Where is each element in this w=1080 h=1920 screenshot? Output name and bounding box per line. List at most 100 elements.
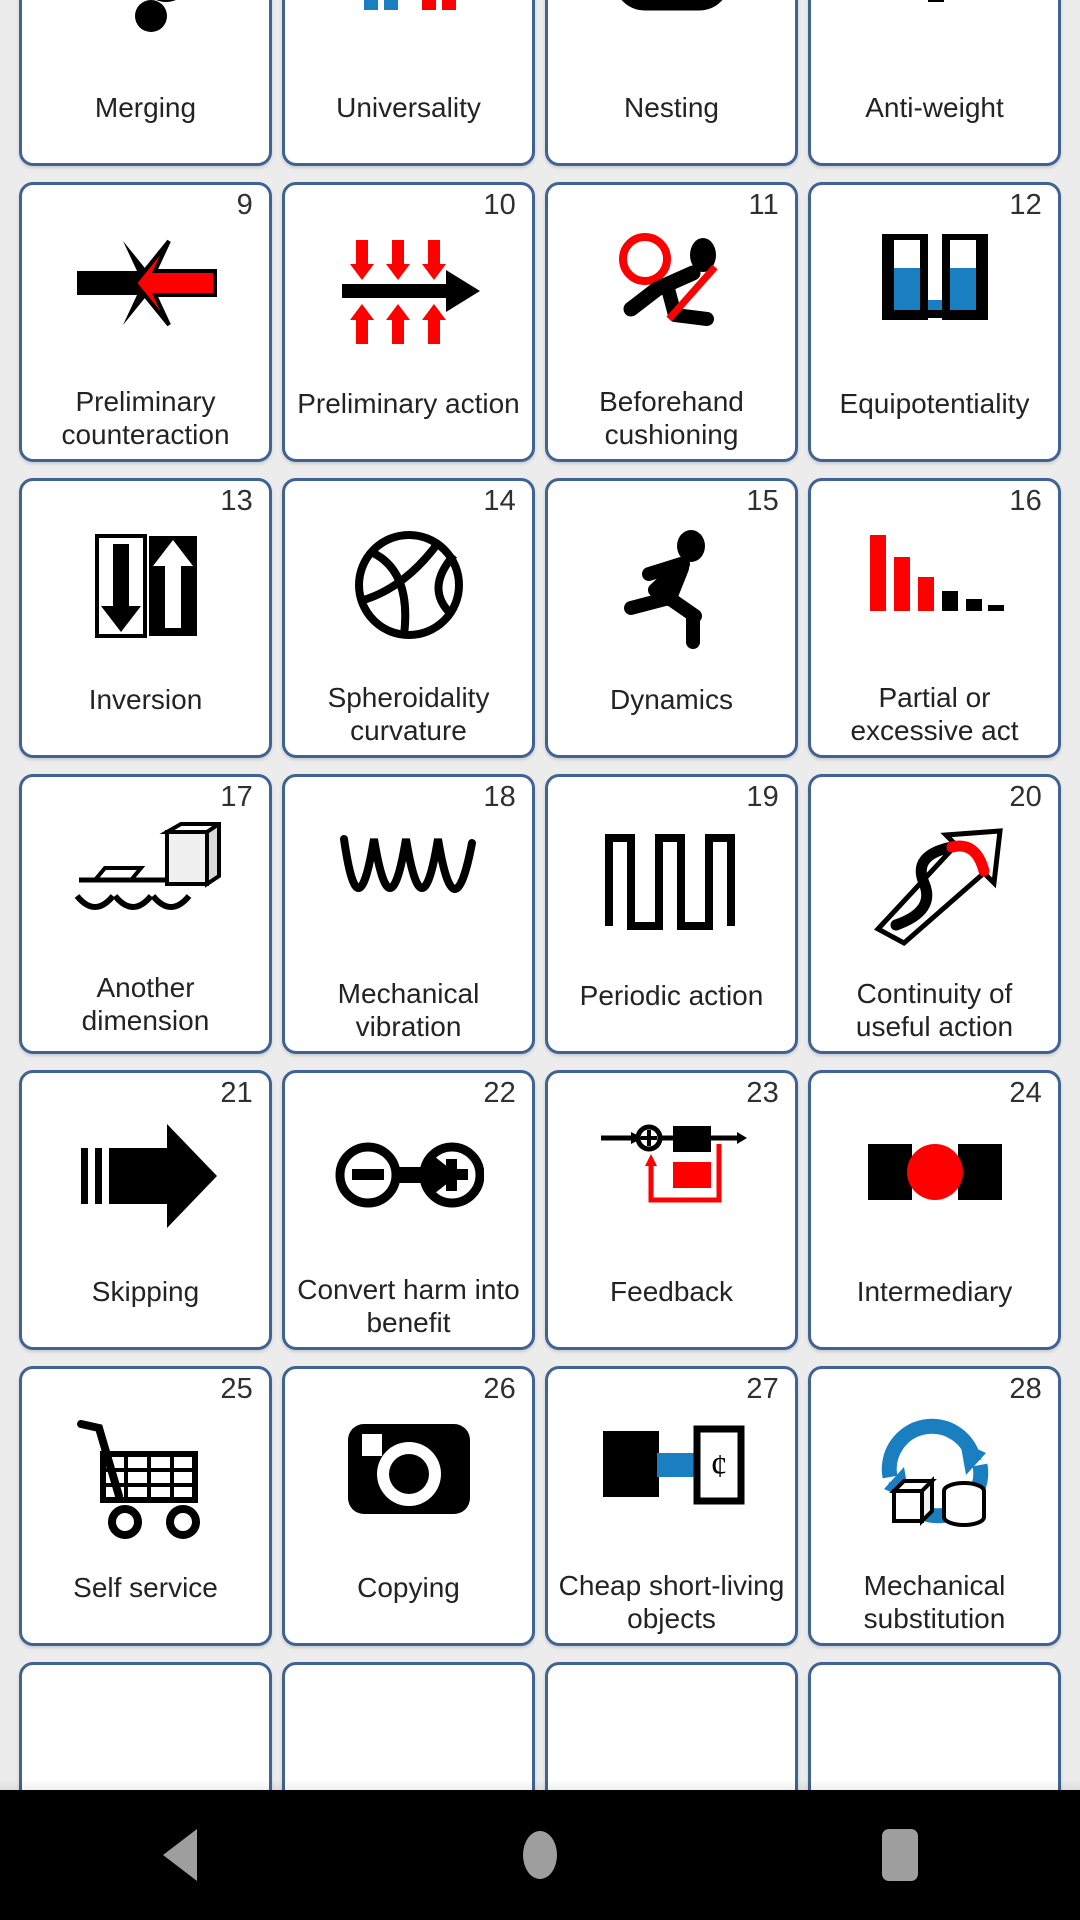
principle-label: Merging <box>94 92 197 123</box>
principle-card[interactable]: Anti-weight <box>808 0 1061 166</box>
principle-card[interactable]: 11 Beforehand cushioning <box>545 182 798 462</box>
principle-card[interactable]: 15 Dynamics <box>545 478 798 758</box>
principle-card[interactable]: 9 Preliminary counteraction <box>19 182 272 462</box>
principle-card[interactable]: 17 Another dimension <box>19 774 272 1054</box>
principle-cell: Nesting <box>540 0 803 174</box>
app-root: 5 Merging Universality Nesting Anti-weight 9 P… <box>0 0 1080 1920</box>
principle-label: Mechanical vibration <box>337 977 480 1042</box>
principle-card[interactable]: 10 Preliminary action <box>282 182 535 462</box>
principle-label: Spheroidality curvature <box>327 681 490 746</box>
principle-number: 10 <box>483 189 516 221</box>
principle-label: Another dimension <box>81 971 210 1036</box>
nav-back-button[interactable] <box>100 1790 260 1920</box>
principle-card[interactable]: 16 Partial or excessive act <box>808 478 1061 758</box>
principle-label: Preliminary counteraction <box>61 385 230 450</box>
principle-cell: Anti-weight <box>803 0 1066 174</box>
principle-label: Copying <box>357 1572 460 1603</box>
principle-label: Dynamics <box>610 684 733 715</box>
principle-number: 12 <box>1009 189 1042 221</box>
principle-cell: 14 Spheroidality curvature <box>277 470 540 766</box>
opposing-arrows-icon <box>22 185 269 385</box>
principle-number: 23 <box>746 1077 779 1109</box>
principle-cell: 19 Periodic action <box>540 766 803 1062</box>
principle-number: 9 <box>236 189 253 221</box>
principle-card[interactable]: 12 Equipotentiality <box>808 182 1061 462</box>
principle-label: Preliminary action <box>297 388 520 419</box>
principle-cell: 12 Equipotentiality <box>803 174 1066 470</box>
principle-card[interactable]: 24 Intermediary <box>808 1070 1061 1350</box>
nesting-icon <box>548 0 795 91</box>
principle-cell: 25 Self service <box>14 1358 277 1654</box>
android-navigation-bar[interactable] <box>0 1790 1080 1920</box>
principle-number: 18 <box>483 781 516 813</box>
principle-label: Partial or excessive act <box>850 681 1019 746</box>
principle-number: 16 <box>1009 485 1042 517</box>
principle-number: 22 <box>483 1077 516 1109</box>
principle-number: 25 <box>220 1373 253 1405</box>
principle-number: 21 <box>220 1077 253 1109</box>
principle-number: 27 <box>746 1373 779 1405</box>
principle-cell: 23 Feedback <box>540 1062 803 1358</box>
principle-cell: 5 Merging <box>14 0 277 174</box>
universality-icon <box>285 0 532 91</box>
principle-number: 13 <box>220 485 253 517</box>
principle-card[interactable]: 22 Convert harm into benefit <box>282 1070 535 1350</box>
principle-card[interactable]: 5 Merging <box>19 0 272 166</box>
principles-grid[interactable]: 5 Merging Universality Nesting Anti-weight 9 P… <box>0 0 1080 1920</box>
principle-number: 11 <box>748 189 779 221</box>
principle-number: 26 <box>483 1373 516 1405</box>
principle-label: Periodic action <box>579 980 764 1011</box>
principle-card[interactable]: 23 Feedback <box>545 1070 798 1350</box>
principle-number: 15 <box>746 485 779 517</box>
principle-number: 17 <box>220 781 253 813</box>
principle-card[interactable]: 14 Spheroidality curvature <box>282 478 535 758</box>
principle-card[interactable]: Nesting <box>545 0 798 166</box>
principle-number: 20 <box>1009 781 1042 813</box>
principle-cell: 17 Another dimension <box>14 766 277 1062</box>
principle-cell: 26 Copying <box>277 1358 540 1654</box>
home-circle-icon <box>523 1831 557 1879</box>
principle-label: Convert harm into benefit <box>297 1273 520 1338</box>
principle-label: Anti-weight <box>865 92 1004 123</box>
principle-cell: 9 Preliminary counteraction <box>14 174 277 470</box>
principle-cell: 11 Beforehand cushioning <box>540 174 803 470</box>
principle-card[interactable]: 18 Mechanical vibration <box>282 774 535 1054</box>
principle-cell: 15 Dynamics <box>540 470 803 766</box>
principle-card[interactable]: 28 Mechanical substitution <box>808 1366 1061 1646</box>
principle-cell: 10 Preliminary action <box>277 174 540 470</box>
principle-cell: 21 Skipping <box>14 1062 277 1358</box>
principle-card[interactable]: 27 ¢ Cheap short-living objects <box>545 1366 798 1646</box>
principle-label: Beforehand cushioning <box>599 385 744 450</box>
principle-number: 24 <box>1009 1077 1042 1109</box>
principle-cell: 18 Mechanical vibration <box>277 766 540 1062</box>
principle-label: Cheap short-living objects <box>558 1569 785 1634</box>
svg-text:5: 5 <box>81 0 113 11</box>
anti-weight-icon <box>811 0 1058 91</box>
principle-label: Feedback <box>610 1276 733 1307</box>
principle-cell: Universality <box>277 0 540 174</box>
principle-card[interactable]: 25 Self service <box>19 1366 272 1646</box>
principle-label: Nesting <box>624 92 719 123</box>
principle-card[interactable]: 19 Periodic action <box>545 774 798 1054</box>
principle-cell: 27 ¢ Cheap short-living objects <box>540 1358 803 1654</box>
principle-card[interactable]: Universality <box>282 0 535 166</box>
principle-number: 19 <box>746 781 779 813</box>
principle-cell: 24 Intermediary <box>803 1062 1066 1358</box>
principle-label: Self service <box>73 1572 218 1603</box>
principle-cell: 20 Continuity of useful action <box>803 766 1066 1062</box>
principle-cell: 22 Convert harm into benefit <box>277 1062 540 1358</box>
nav-recents-button[interactable] <box>820 1790 980 1920</box>
svg-text:¢: ¢ <box>710 1448 727 1485</box>
principle-label: Skipping <box>91 1276 200 1307</box>
principle-card[interactable]: 13 Inversion <box>19 478 272 758</box>
principle-card[interactable]: 21 Skipping <box>19 1070 272 1350</box>
nav-home-button[interactable] <box>460 1790 620 1920</box>
principle-number: 14 <box>483 485 516 517</box>
principle-label: Universality <box>336 92 481 123</box>
principle-label: Intermediary <box>856 1276 1013 1307</box>
principle-card[interactable]: 20 Continuity of useful action <box>808 774 1061 1054</box>
merging-icon: 5 <box>22 0 269 91</box>
principle-label: Equipotentiality <box>839 388 1030 419</box>
principle-card[interactable]: 26 Copying <box>282 1366 535 1646</box>
back-triangle-icon <box>163 1829 197 1881</box>
